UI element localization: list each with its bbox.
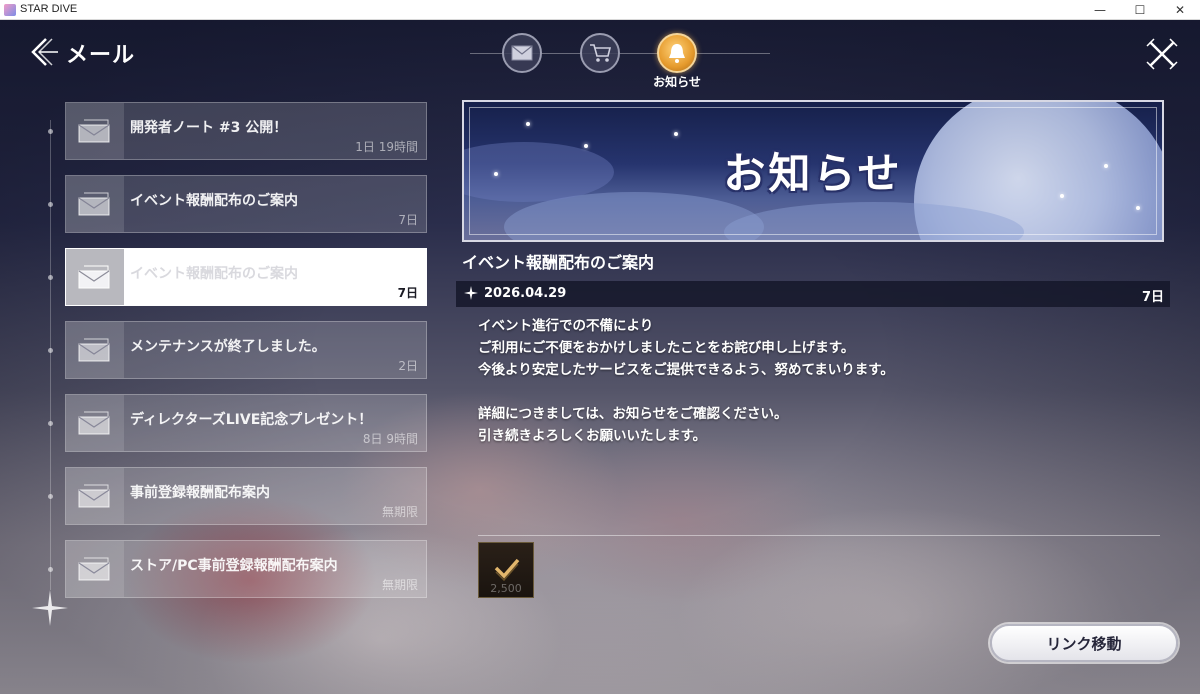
mail-title: 事前登録報酬配布案内 (130, 485, 270, 501)
checkmark-ticket-icon (494, 558, 520, 581)
cart-icon (590, 44, 611, 62)
notice-title: イベント報酬配布のご案内 (462, 253, 655, 272)
envelope-icon (78, 192, 110, 216)
notice-days-left: 7日 (1141, 290, 1164, 305)
mail-list-item[interactable]: ディレクターズLIVE記念プレゼント！ 8日 9時間 (65, 394, 427, 452)
mail-icon-box (66, 322, 124, 378)
mail-title: 開発者ノート #3 公開！ (130, 120, 288, 136)
page-title: メール (66, 43, 136, 68)
envelope-icon (78, 557, 110, 581)
mail-icon-box (66, 176, 124, 232)
tab-notice-label: お知らせ (653, 75, 701, 89)
mail-list-rail (50, 120, 51, 590)
back-button[interactable] (28, 36, 60, 68)
mail-list-item[interactable]: ストア/PC事前登録報酬配布案内 無期限 (65, 540, 427, 598)
body-line: 詳細につきましては、お知らせをご確認ください。 (478, 406, 788, 422)
mail-list-item-selected[interactable]: イベント報酬配布のご案内 7日 (65, 248, 427, 306)
mail-time: 2日 (398, 359, 418, 373)
back-arrow-icon (31, 38, 58, 66)
body-line: 引き続きよろしくお願いいたします。 (478, 428, 707, 444)
envelope-icon (78, 484, 110, 508)
mail-time: 7日 (397, 286, 418, 300)
minimize-button[interactable]: — (1080, 0, 1120, 19)
game-window: STAR DIVE — ☐ ✕ メール お知らせ 開発者ノート #3 公開！ 1… (0, 0, 1200, 694)
envelope-icon (78, 265, 110, 289)
four-point-star-icon (464, 286, 478, 300)
mail-icon-box (66, 249, 124, 305)
mail-list-item[interactable]: イベント報酬配布のご案内 7日 (65, 175, 427, 233)
envelope-icon (511, 45, 533, 61)
mail-time: 無期限 (381, 505, 418, 519)
notice-body: イベント進行での不備により ご利用にご不便をおかけしましたことをお詫び申し上げま… (478, 315, 894, 447)
body-line: イベント進行での不備により (478, 318, 654, 334)
reward-item[interactable]: 2,500 (478, 542, 534, 598)
banner-title: お知らせ (723, 149, 903, 198)
rail-dot (48, 494, 53, 499)
envelope-icon (78, 338, 110, 362)
mail-icon-box (66, 103, 124, 159)
mail-list-item[interactable]: メンテナンスが終了しました。 2日 (65, 321, 427, 379)
body-line: 今後より安定したサービスをご提供できるよう、努めてまいります。 (478, 362, 894, 378)
mail-icon-box (66, 468, 124, 524)
mail-screen: メール お知らせ 開発者ノート #3 公開！ 1日 19時間 イベント報酬配布の… (0, 20, 1200, 694)
crossed-swords-close-icon (1146, 38, 1178, 70)
mail-time: 7日 (398, 213, 418, 227)
mail-title: ディレクターズLIVE記念プレゼント！ (130, 412, 373, 428)
app-icon (4, 4, 16, 16)
sparkle-icon (32, 590, 68, 626)
mail-icon-box (66, 541, 124, 597)
body-line (478, 381, 894, 403)
rail-dot (48, 202, 53, 207)
notice-banner: お知らせ (462, 100, 1164, 242)
mail-icon-box (66, 395, 124, 451)
date-bar: 2026.04.29 7日 (456, 281, 1170, 307)
maximize-button[interactable]: ☐ (1120, 0, 1160, 19)
rail-dot (48, 129, 53, 134)
close-screen-button[interactable] (1144, 36, 1180, 72)
tab-mail[interactable] (502, 33, 542, 73)
rail-dot (48, 567, 53, 572)
mail-time: 無期限 (381, 578, 418, 592)
link-move-button[interactable]: リンク移動 (990, 624, 1178, 662)
rail-dot (48, 275, 53, 280)
mail-title: メンテナンスが終了しました。 (130, 339, 326, 355)
window-title: STAR DIVE (20, 3, 78, 15)
mail-time: 1日 19時間 (355, 140, 418, 154)
envelope-icon (78, 119, 110, 143)
mail-title: ストア/PC事前登録報酬配布案内 (130, 558, 338, 574)
bell-icon (669, 44, 685, 63)
close-window-button[interactable]: ✕ (1160, 0, 1200, 19)
mail-list-item[interactable]: 開発者ノート #3 公開！ 1日 19時間 (65, 102, 427, 160)
tab-notice[interactable] (657, 33, 697, 73)
mail-title: イベント報酬配布のご案内 (130, 266, 298, 282)
mail-time: 8日 9時間 (362, 432, 418, 446)
rail-dot (48, 421, 53, 426)
body-line: ご利用にご不便をおかけしましたことをお詫び申し上げます。 (478, 340, 855, 356)
notice-date: 2026.04.29 (484, 286, 567, 301)
tab-shop[interactable] (580, 33, 620, 73)
mail-list-item[interactable]: 事前登録報酬配布案内 無期限 (65, 467, 427, 525)
rail-dot (48, 348, 53, 353)
reward-divider (478, 535, 1160, 536)
mail-title: イベント報酬配布のご案内 (130, 193, 298, 209)
envelope-icon (78, 411, 110, 435)
reward-quantity: 2,500 (490, 582, 522, 595)
os-title-bar: STAR DIVE — ☐ ✕ (0, 0, 1200, 20)
